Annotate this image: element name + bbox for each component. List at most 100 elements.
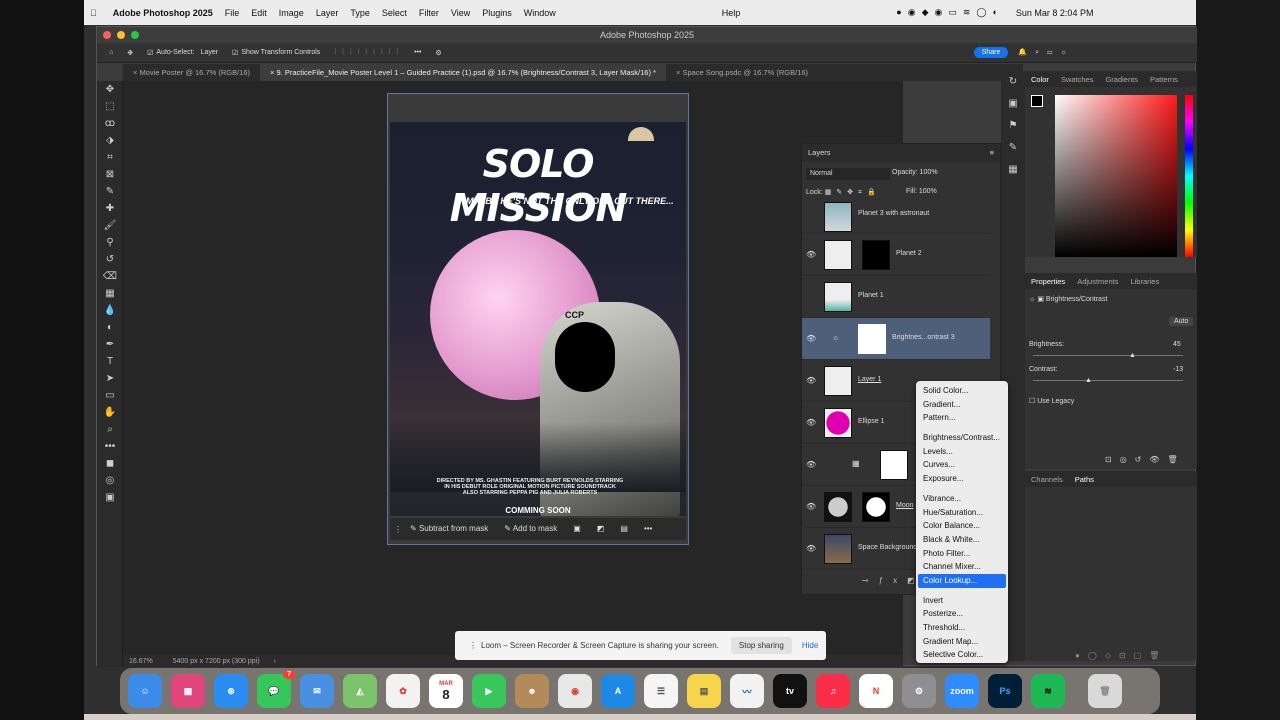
subtract-from-mask-button[interactable]: ✎ Subtract from mask — [402, 521, 496, 537]
show-transform-checkbox[interactable]: ☑ — [232, 49, 238, 57]
tab-gradients[interactable]: Gradients — [1099, 75, 1144, 84]
zoom-tool-icon[interactable]: ⌕ — [97, 421, 123, 438]
menu-item-pattern[interactable]: Pattern... — [918, 411, 1006, 425]
menu-select[interactable]: Select — [382, 8, 407, 18]
brightness-value[interactable]: 45 — [1173, 341, 1181, 348]
layer-name[interactable]: Brightnes...ontrast 3 — [892, 334, 955, 341]
status-icons[interactable]: ●◉◆◉▭≋◯◐ — [896, 7, 1004, 18]
contrast-slider-handle[interactable]: ▲ — [1085, 377, 1092, 384]
eye-icon[interactable]: 👁 — [806, 334, 816, 343]
eyedropper-tool-icon[interactable]: ✎ — [97, 183, 123, 200]
contacts-icon[interactable]: ☻ — [515, 674, 549, 708]
panel-menu-icon[interactable]: ≡ — [990, 144, 994, 162]
tab-space-song[interactable]: × Space Song.psdc @ 16.7% (RGB/16) — [666, 64, 818, 81]
layer-mask-thumbnail[interactable] — [880, 450, 908, 480]
type-tool-icon[interactable]: T — [97, 353, 123, 370]
pen-tool-icon[interactable]: ✒ — [97, 336, 123, 353]
hide-button[interactable]: Hide — [802, 641, 818, 650]
tab-libraries[interactable]: Libraries — [1124, 277, 1165, 286]
messages-icon[interactable]: 💬 7 — [257, 670, 295, 708]
contrast-slider[interactable] — [1033, 380, 1183, 381]
layer-row-planet-1[interactable]: Planet 1 — [802, 276, 990, 318]
layer-mask-thumbnail[interactable] — [858, 324, 886, 354]
tab-channels[interactable]: Channels — [1025, 475, 1069, 484]
layer-name[interactable]: Planet 1 — [858, 292, 884, 299]
menu-window[interactable]: Window — [524, 8, 556, 18]
panel-icons[interactable]: ↻ ▣ ⚑ ✎ ▦ — [1001, 71, 1025, 181]
legacy-checkbox[interactable]: ☐ — [1029, 398, 1037, 405]
object-select-tool-icon[interactable]: ⬗ — [97, 132, 123, 149]
properties-footer-icons[interactable]: ⊡◎↺👁🗑 — [1105, 455, 1186, 464]
eye-icon[interactable]: 👁 — [806, 250, 816, 259]
more-options-icon[interactable]: ••• — [414, 49, 421, 56]
menu-item-color-balance[interactable]: Color Balance... — [918, 519, 1006, 533]
apple-tv-icon[interactable]: tv — [773, 674, 807, 708]
menu-item-black-white[interactable]: Black & White... — [918, 533, 1006, 547]
canvas-area[interactable]: CCP SOLO MISSION MAYBE HE'S NOT THE ONLY… — [123, 81, 903, 667]
invert-mask-icon[interactable]: ◩ — [589, 521, 613, 537]
fill-control[interactable]: Fill: 100% — [906, 188, 937, 195]
menu-item-posterize[interactable]: Posterize... — [918, 607, 1006, 621]
zoom-window-button[interactable] — [131, 31, 139, 39]
tab-swatches[interactable]: Swatches — [1055, 75, 1100, 84]
tab-adjustments[interactable]: Adjustments — [1071, 277, 1124, 286]
safari-icon[interactable]: ⊕ — [214, 674, 248, 708]
align-icons[interactable]: ⫶⫶⫶⫶⫶⫶⫶⫶⫶ — [334, 49, 404, 57]
use-legacy-option[interactable]: ☐ Use Legacy — [1029, 397, 1074, 405]
layer-name[interactable]: Space Background — [858, 544, 917, 551]
eye-icon[interactable]: 👁 — [806, 544, 816, 553]
fill-value[interactable]: 100% — [919, 188, 937, 195]
trash-icon[interactable]: 🗑 — [1088, 674, 1122, 708]
menu-image[interactable]: Image — [279, 8, 304, 18]
home-icon[interactable]: ⌂ — [109, 49, 113, 56]
eye-icon[interactable]: 👁 — [806, 502, 816, 511]
auto-button[interactable]: Auto — [1169, 317, 1194, 326]
chrome-icon[interactable]: ◉ — [558, 674, 592, 708]
menu-item-exposure[interactable]: Exposure... — [918, 472, 1006, 486]
clock[interactable]: Sun Mar 8 2:04 PM — [1016, 8, 1094, 18]
document-frame[interactable]: CCP SOLO MISSION MAYBE HE'S NOT THE ONLY… — [387, 93, 689, 545]
layer-mask-thumbnail[interactable] — [862, 240, 890, 270]
brush-tool-icon[interactable]: 🖌 — [97, 217, 123, 234]
photoshop-app-icon[interactable]: Ps — [988, 674, 1022, 708]
layers-title[interactable]: Layers — [808, 148, 831, 157]
hand-tool-icon[interactable]: ✋ — [97, 404, 123, 421]
menu-item-threshold[interactable]: Threshold... — [918, 621, 1006, 635]
launchpad-icon[interactable]: ▦ — [171, 674, 205, 708]
lock-icons[interactable]: ▦✎✥⌗🔒 — [825, 189, 881, 196]
move-tool-icon[interactable]: ✥ — [127, 49, 133, 57]
freeform-icon[interactable]: 〰 — [730, 674, 764, 708]
mask-properties-icon[interactable]: ▤ — [612, 521, 636, 537]
news-icon[interactable]: N — [859, 674, 893, 708]
close-window-button[interactable] — [103, 31, 111, 39]
menu-item-gradient[interactable]: Gradient... — [918, 398, 1006, 412]
music-icon[interactable]: ♫ — [816, 674, 850, 708]
screen-mode-icon[interactable]: ▣ — [97, 489, 123, 506]
apple-icon[interactable]:  — [90, 8, 97, 18]
eye-icon[interactable]: 👁 — [806, 418, 816, 427]
facetime-icon[interactable]: ▶ — [472, 674, 506, 708]
layer-name[interactable]: Layer 1 — [858, 376, 881, 383]
tab-practice-file[interactable]: × 9. PracticeFile_Movie Poster Level 1 –… — [260, 64, 666, 81]
photos-icon[interactable]: ✿ — [386, 674, 420, 708]
stop-sharing-button[interactable]: Stop sharing — [730, 637, 792, 654]
tab-color[interactable]: Color — [1025, 75, 1055, 84]
menu-item-solid-color[interactable]: Solid Color... — [918, 384, 1006, 398]
crop-tool-icon[interactable]: ⌗ — [97, 149, 123, 166]
menu-item-channel-mixer[interactable]: Channel Mixer... — [918, 560, 1006, 574]
zoom-level[interactable]: 16.67% — [129, 658, 153, 665]
drag-handle-icon[interactable]: ⋮ — [394, 525, 402, 534]
brightness-slider[interactable] — [1033, 355, 1183, 356]
move-tool-icon[interactable]: ✥ — [97, 81, 123, 98]
menu-file[interactable]: File — [225, 8, 240, 18]
mail-icon[interactable]: ✉ — [300, 674, 334, 708]
eraser-tool-icon[interactable]: ⌫ — [97, 268, 123, 285]
menu-edit[interactable]: Edit — [251, 8, 267, 18]
menu-item-levels[interactable]: Levels... — [918, 445, 1006, 459]
opacity-control[interactable]: Opacity: 100% — [892, 169, 938, 176]
mask-option-icon[interactable]: ▣ — [565, 521, 589, 537]
zoom-app-icon[interactable]: zoom — [945, 674, 979, 708]
layer-mask-thumbnail[interactable] — [862, 492, 890, 522]
eye-icon[interactable]: 👁 — [806, 460, 816, 469]
auto-select-checkbox[interactable]: ☑ — [147, 49, 153, 57]
